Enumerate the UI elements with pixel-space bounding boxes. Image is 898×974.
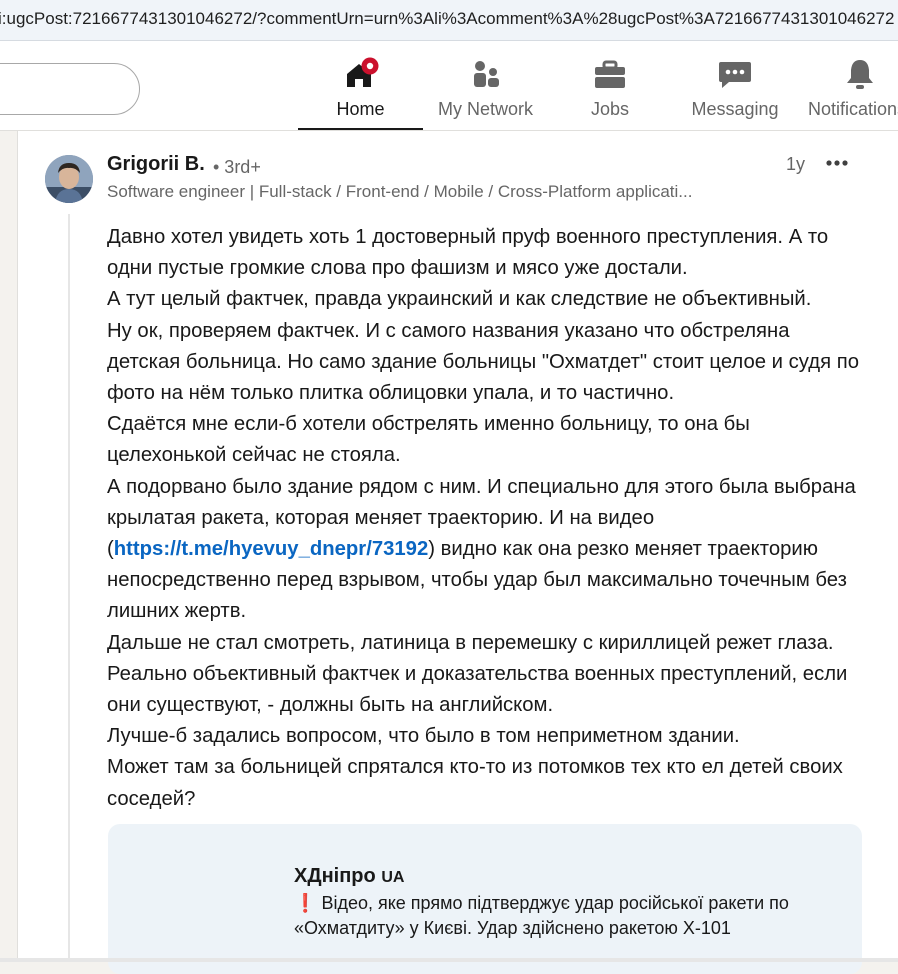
preview-title-suffix: UA xyxy=(381,869,405,886)
people-icon xyxy=(473,61,499,87)
url-text: i:ugcPost:7216677431301046272/?commentUr… xyxy=(0,9,895,28)
home-icon xyxy=(346,57,378,87)
preview-title: ХДніпро UA xyxy=(294,865,404,888)
thread-line xyxy=(68,214,70,962)
top-navigation: Home My Network Jobs Messaging Notificat… xyxy=(0,41,898,131)
avatar[interactable] xyxy=(45,155,93,203)
address-bar[interactable]: i:ugcPost:7216677431301046272/?commentUr… xyxy=(0,0,898,41)
comment-paragraph: Лучше-б задались вопросом, что было в то… xyxy=(107,725,740,748)
nav-jobs-label: Jobs xyxy=(590,99,630,119)
nav-jobs[interactable]: Jobs xyxy=(570,41,650,130)
nav-home[interactable]: Home xyxy=(298,41,423,130)
nav-messaging[interactable]: Messaging xyxy=(685,41,785,130)
comment-author-name[interactable]: Grigorii B. xyxy=(107,153,205,176)
telegram-link[interactable]: https://t.me/hyevuy_dnepr/73192 xyxy=(114,538,428,560)
comment-paragraph: Дальше не стал смотреть, латиница в пере… xyxy=(107,631,848,717)
connection-degree: • 3rd+ xyxy=(213,157,261,177)
nav-notifications-label: Notifications xyxy=(808,99,898,119)
nav-home-label: Home xyxy=(336,99,385,119)
preview-description: ❗ Відео, яке прямо підтверджує удар росі… xyxy=(294,891,824,941)
comment-text: Давно хотел увидеть хоть 1 достоверный п… xyxy=(107,222,867,815)
comment-paragraph: Сдаётся мне если-б хотели обстрелять име… xyxy=(107,413,750,467)
nav-my-network[interactable]: My Network xyxy=(428,41,543,130)
search-input[interactable] xyxy=(0,63,140,115)
comment-paragraph: А тут целый фактчек, правда украинский и… xyxy=(107,288,812,311)
comment-timestamp: 1y xyxy=(786,154,806,174)
nav-notifications[interactable]: Notifications xyxy=(808,41,898,130)
comment-paragraph: Ну ок, проверяем фактчек. И с самого наз… xyxy=(107,319,859,405)
briefcase-icon xyxy=(595,60,625,88)
comment-paragraph: Может там за больницей спрятался кто-то … xyxy=(107,756,843,810)
nav-my-network-label: My Network xyxy=(437,99,533,119)
preview-title-text: ХДніпро xyxy=(294,865,376,887)
active-indicator xyxy=(298,128,423,130)
exclamation-icon: ❗ xyxy=(294,893,317,913)
chat-icon xyxy=(719,62,751,88)
author-headline: Software engineer | Full-stack / Front-e… xyxy=(107,182,693,201)
window-bottom-edge xyxy=(0,958,898,962)
comment-paragraph: Давно хотел увидеть хоть 1 достоверный п… xyxy=(107,226,829,280)
profile-photo-icon xyxy=(45,155,93,203)
comment-paragraph-with-link: А подорвано было здание рядом с ним. И с… xyxy=(107,472,867,628)
bell-icon xyxy=(847,60,873,89)
more-options-icon[interactable] xyxy=(822,150,854,178)
preview-description-text: Відео, яке прямо підтверджує удар російс… xyxy=(294,893,789,938)
nav-messaging-label: Messaging xyxy=(691,99,779,119)
